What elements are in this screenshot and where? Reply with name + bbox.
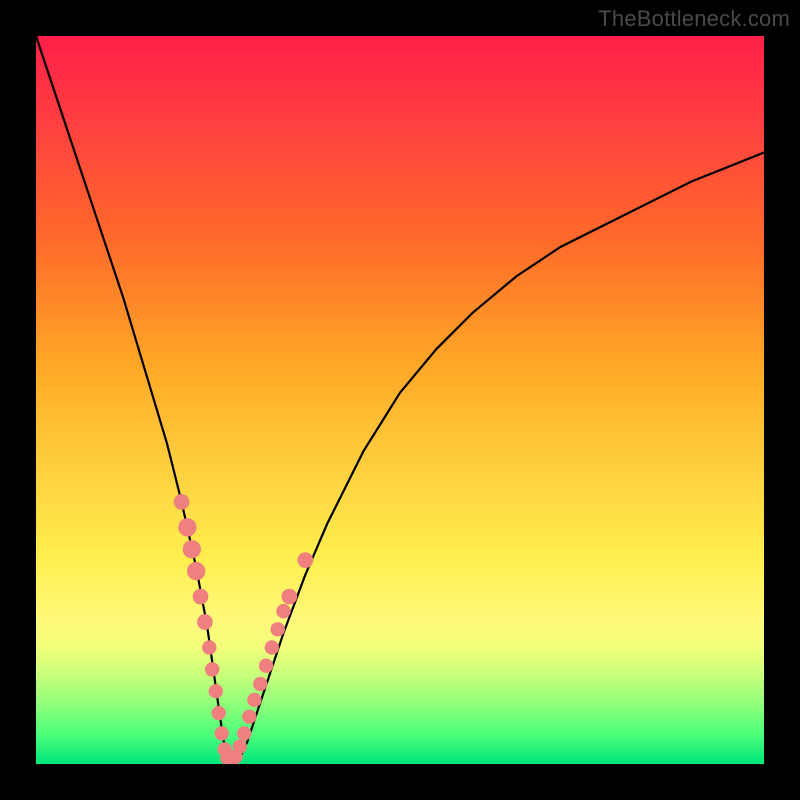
chart-svg (36, 36, 764, 764)
marker-dot (259, 659, 273, 673)
marker-dot (265, 640, 279, 654)
marker-dot (298, 552, 314, 568)
marker-dot (212, 706, 226, 720)
marker-dot (202, 640, 216, 654)
marker-dot (253, 677, 267, 691)
marker-dot (178, 518, 196, 536)
marker-dot (237, 726, 251, 740)
marker-dot (270, 622, 284, 636)
marker-dot (233, 739, 247, 753)
marker-dot (247, 693, 261, 707)
marker-dot (197, 614, 213, 630)
curve-line (36, 36, 764, 763)
marker-dot (205, 662, 219, 676)
marker-dot (193, 589, 209, 605)
marker-dot (276, 604, 290, 618)
marker-dot (281, 589, 297, 605)
marker-dot (214, 726, 228, 740)
marker-dot (174, 494, 190, 510)
marker-dot (183, 540, 201, 558)
watermark-text: TheBottleneck.com (598, 6, 790, 32)
marker-dot (242, 709, 256, 723)
plot-area (36, 36, 764, 764)
chart-frame: TheBottleneck.com (0, 0, 800, 800)
marker-group (174, 494, 313, 764)
marker-dot (209, 684, 223, 698)
marker-dot (187, 562, 205, 580)
